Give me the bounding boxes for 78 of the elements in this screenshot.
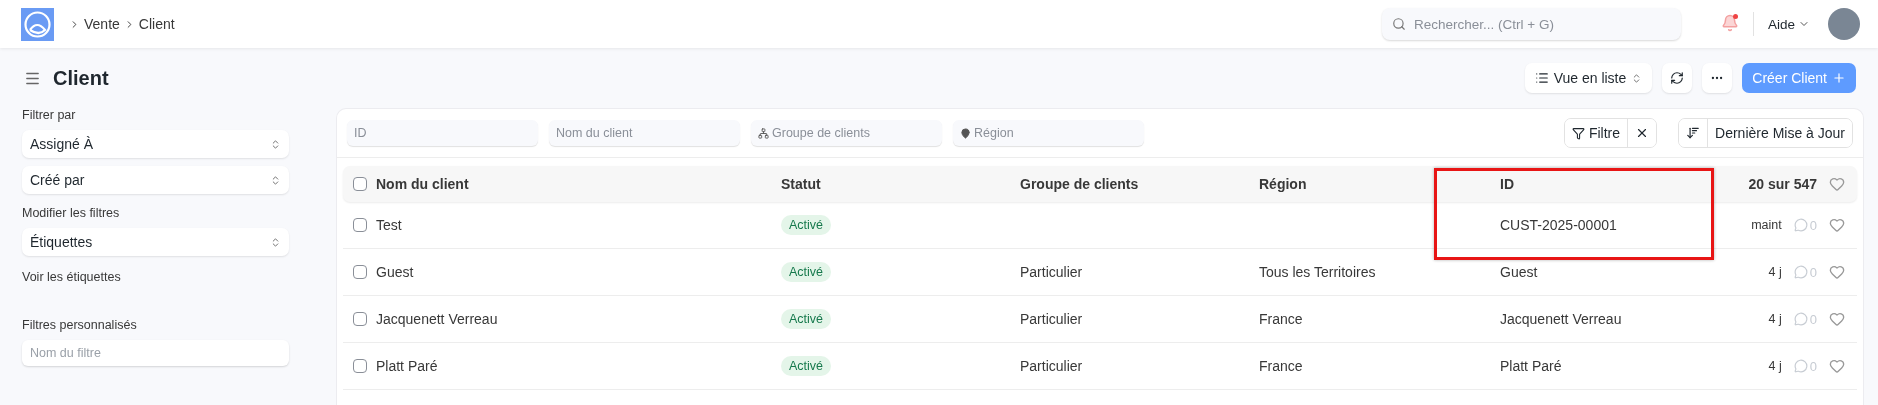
- map-pin-icon: [960, 127, 971, 139]
- filter-name-field[interactable]: Nom du filtre: [22, 340, 289, 366]
- filter-field[interactable]: Nom du client: [549, 120, 740, 146]
- breadcrumb-link[interactable]: Vente: [84, 16, 120, 32]
- sort-button[interactable]: Dernière Mise à Jour: [1707, 119, 1852, 147]
- help-menu[interactable]: Aide: [1767, 16, 1810, 32]
- notification-bell[interactable]: [1720, 14, 1739, 34]
- status-badge: Activé: [781, 262, 832, 282]
- column-header[interactable]: Statut: [781, 176, 1011, 192]
- table-cell-text: Platt Paré: [1500, 358, 1563, 374]
- table-cell-text: Guest: [1500, 264, 1539, 280]
- up-down-chevron-icon: [270, 174, 281, 186]
- table-cell-text: Particulier: [1020, 311, 1084, 327]
- section-label: Filtres personnalisés: [22, 318, 138, 332]
- up-down-chevron-icon: [270, 236, 281, 248]
- checkbox[interactable]: [353, 265, 367, 279]
- checkbox[interactable]: [353, 218, 367, 232]
- column-header[interactable]: Groupe de clients: [1020, 176, 1250, 192]
- modified-time: 4 j: [1768, 265, 1782, 279]
- table-cell-text: France: [1259, 311, 1304, 327]
- table-cell-text: CUST-2025-00001: [1500, 217, 1618, 233]
- modified-time: 4 j: [1768, 359, 1782, 373]
- status-badge: Activé: [781, 356, 832, 376]
- refresh-icon: [1670, 71, 1685, 85]
- search-icon: [1391, 17, 1406, 31]
- table-cell-text: France: [1259, 358, 1304, 374]
- filter-select[interactable]: Créé par: [22, 166, 289, 194]
- record-count: 20 sur 547: [1748, 176, 1817, 192]
- heart-icon[interactable]: [1829, 176, 1845, 192]
- column-header[interactable]: ID: [1500, 176, 1740, 192]
- app-logo[interactable]: [21, 7, 54, 41]
- heart-icon[interactable]: [1829, 358, 1845, 374]
- status-badge: Activé: [781, 309, 832, 329]
- filter-field[interactable]: Région: [953, 120, 1144, 146]
- filter-label: Filtrer par: [22, 108, 77, 122]
- view-selector[interactable]: Vue en liste: [1524, 63, 1653, 93]
- table-cell-text: Particulier: [1020, 264, 1084, 280]
- column-header[interactable]: Nom du client: [376, 176, 772, 192]
- modified-time: 4 j: [1768, 312, 1782, 326]
- customer-name[interactable]: Test: [376, 217, 772, 233]
- checkbox[interactable]: [353, 312, 367, 326]
- heart-icon[interactable]: [1829, 217, 1845, 233]
- search-field[interactable]: Rechercher... (Ctrl + G): [1381, 8, 1681, 40]
- filter-icon: [1571, 126, 1585, 140]
- unread-dot: [1732, 14, 1738, 19]
- refresh-button[interactable]: [1662, 63, 1693, 93]
- comment-icon: [1793, 359, 1808, 373]
- filter-field[interactable]: ID: [347, 120, 538, 146]
- comment-icon: [1793, 218, 1808, 232]
- table-cell-text: Tous les Territoires: [1259, 264, 1377, 280]
- modified-time: maint: [1751, 218, 1782, 232]
- plus-icon: [1832, 71, 1846, 85]
- customer-name[interactable]: Platt Paré: [376, 358, 772, 374]
- hierarchy-icon: [758, 127, 769, 139]
- show-tags-link[interactable]: Voir les étiquettes: [22, 270, 289, 284]
- comment-icon: [1793, 312, 1808, 326]
- table-cell-text: Jacquenett Verreau: [1500, 311, 1623, 327]
- heart-icon[interactable]: [1829, 311, 1845, 327]
- customer-name[interactable]: Guest: [376, 264, 772, 280]
- checkbox[interactable]: [353, 359, 367, 373]
- customer-name[interactable]: Jacquenett Verreau: [376, 311, 772, 327]
- column-header[interactable]: Région: [1259, 176, 1491, 192]
- breadcrumb-link[interactable]: Client: [138, 16, 175, 32]
- filter-field[interactable]: Groupe de clients: [751, 120, 942, 146]
- list-icon: [1534, 71, 1549, 85]
- table-cell-text: Particulier: [1020, 358, 1084, 374]
- heart-icon[interactable]: [1829, 264, 1845, 280]
- filter-select[interactable]: Assigné À: [22, 130, 289, 158]
- checkbox[interactable]: [353, 177, 367, 191]
- status-badge: Activé: [781, 215, 832, 235]
- sort-icon: [1686, 126, 1701, 140]
- up-down-chevron-icon: [270, 138, 281, 150]
- edit-filters-link[interactable]: Modifier les filtres: [22, 206, 289, 220]
- comment-icon: [1793, 265, 1808, 279]
- page-title: Client: [53, 66, 110, 90]
- user-avatar[interactable]: [1828, 8, 1860, 40]
- clear-filter-button[interactable]: [1627, 119, 1657, 147]
- tags-select[interactable]: Étiquettes: [22, 228, 289, 256]
